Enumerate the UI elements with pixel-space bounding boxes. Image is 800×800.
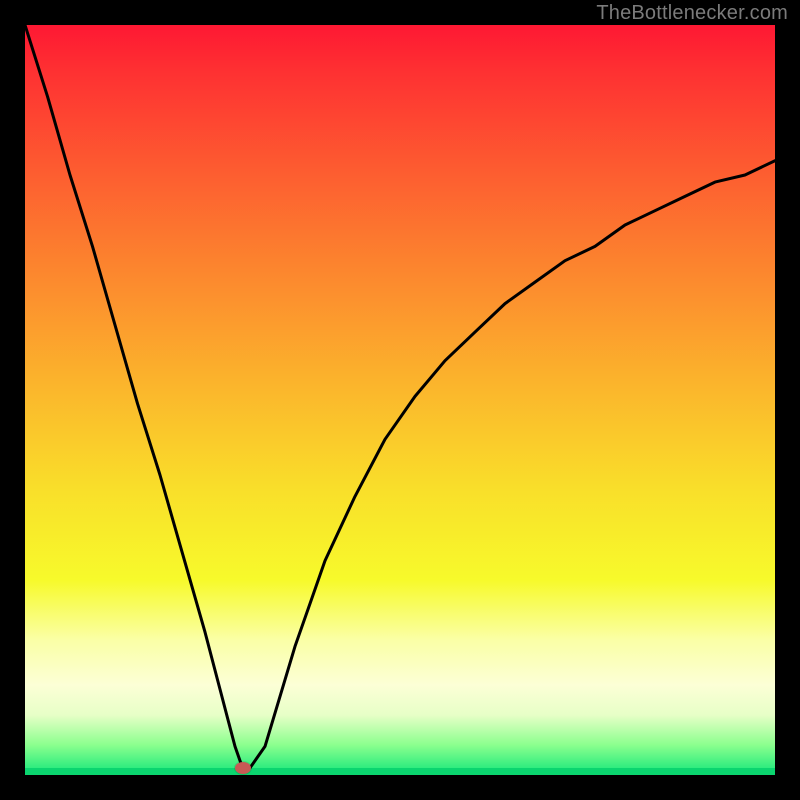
plot-area	[25, 25, 775, 775]
optimal-point-marker	[235, 762, 251, 774]
curve-path	[25, 25, 775, 768]
bottleneck-curve	[25, 25, 775, 775]
page-root: TheBottlenecker.com	[0, 0, 800, 800]
watermark-text: TheBottlenecker.com	[596, 2, 788, 25]
